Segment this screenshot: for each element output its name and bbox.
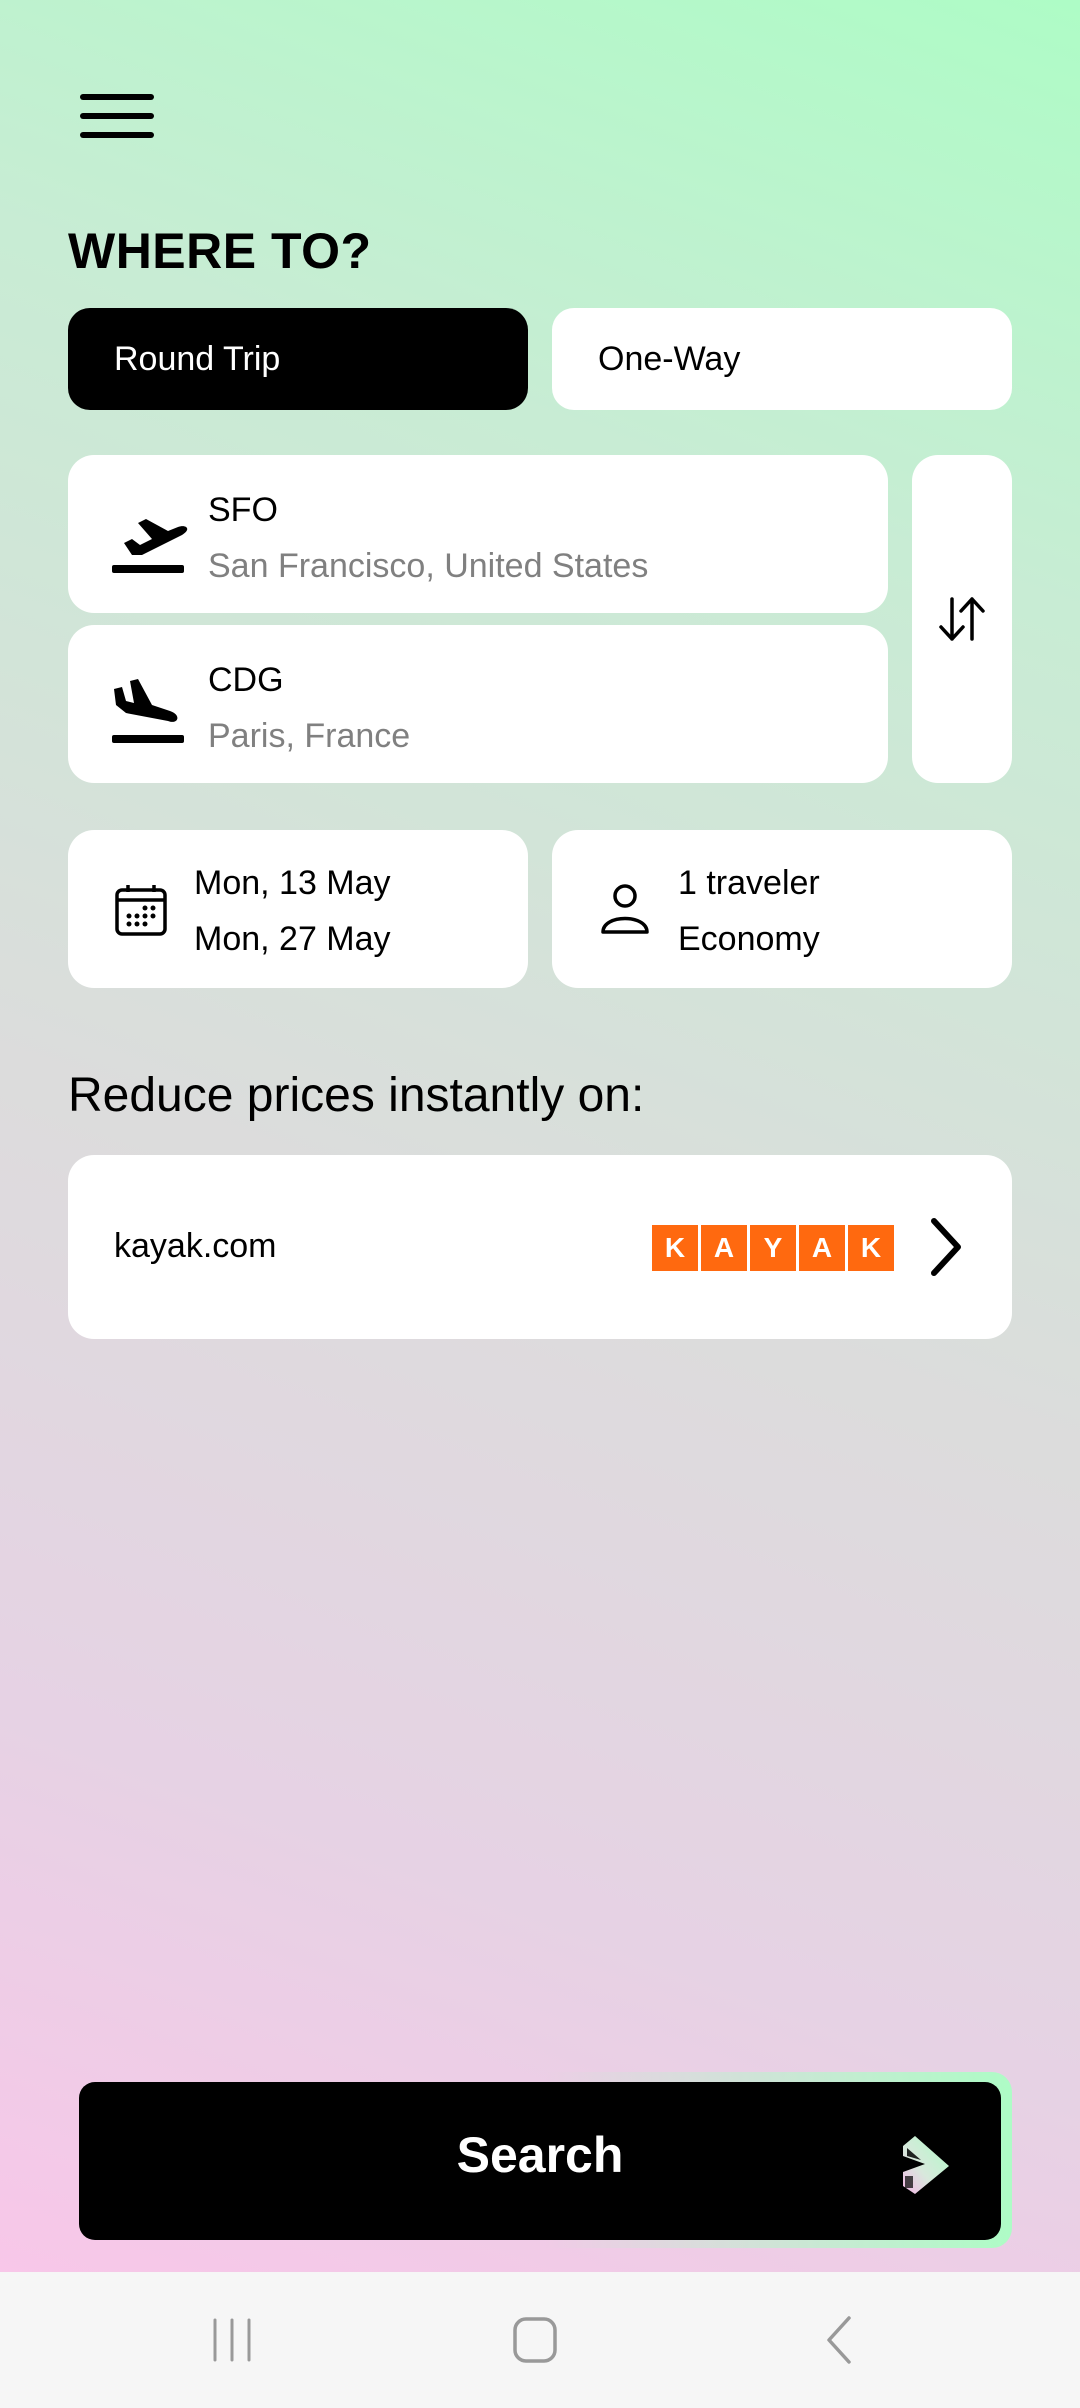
origin-city: San Francisco, United States xyxy=(208,547,649,585)
dates-field[interactable]: Mon, 13 May Mon, 27 May xyxy=(68,830,528,988)
cabin-class: Economy xyxy=(678,920,820,958)
trip-type-toggle: Round Trip One-Way xyxy=(68,308,1012,410)
search-label: Search xyxy=(456,2127,624,2183)
home-icon xyxy=(513,2317,557,2363)
menu-line xyxy=(80,132,154,138)
kayak-logo-letter: K xyxy=(848,1225,894,1271)
kayak-logo: K A Y A K xyxy=(652,1225,894,1271)
kayak-logo-letter: Y xyxy=(750,1225,796,1271)
kayak-logo-letter: K xyxy=(652,1225,698,1271)
chevron-right-icon xyxy=(931,1218,961,1276)
origin-code: SFO xyxy=(208,491,278,529)
travelers-field[interactable]: 1 traveler Economy xyxy=(552,830,1012,988)
destination-city: Paris, France xyxy=(208,717,411,755)
app-logo-chevron-icon xyxy=(903,2136,949,2194)
person-icon xyxy=(601,884,649,934)
back-icon xyxy=(827,2316,851,2364)
plane-landing-icon xyxy=(112,679,184,743)
calendar-icon xyxy=(115,885,167,936)
recents-button[interactable] xyxy=(162,2272,302,2408)
recents-icon xyxy=(213,2318,251,2362)
partners-heading: Reduce prices instantly on: xyxy=(68,1069,645,1122)
partner-item-kayak[interactable]: kayak.com K A Y A K xyxy=(68,1155,1012,1339)
flight-search-screen: WHERE TO? Round Trip One-Way SFO San Fra… xyxy=(0,0,1080,2272)
menu-line xyxy=(80,94,154,100)
swap-airports-button[interactable] xyxy=(912,455,1012,783)
traveler-count: 1 traveler xyxy=(678,864,820,902)
partner-name: kayak.com xyxy=(114,1227,277,1265)
depart-date: Mon, 13 May xyxy=(194,864,391,902)
menu-line xyxy=(80,113,154,119)
home-button[interactable] xyxy=(465,2272,605,2408)
kayak-logo-letter: A xyxy=(701,1225,747,1271)
plane-takeoff-icon xyxy=(112,519,188,573)
search-button[interactable]: Search xyxy=(79,2082,1001,2240)
system-navigation-bar xyxy=(0,2272,1080,2408)
destination-field[interactable]: CDG Paris, France xyxy=(68,625,888,783)
one-way-tab[interactable]: One-Way xyxy=(552,308,1012,410)
origin-field[interactable]: SFO San Francisco, United States xyxy=(68,455,888,613)
page-title: WHERE TO? xyxy=(68,223,372,279)
swap-vertical-arrows-icon xyxy=(939,597,985,641)
round-trip-tab[interactable]: Round Trip xyxy=(68,308,528,410)
hamburger-menu-icon[interactable] xyxy=(80,92,154,140)
kayak-logo-letter: A xyxy=(799,1225,845,1271)
destination-code: CDG xyxy=(208,661,284,699)
back-button[interactable] xyxy=(768,2272,908,2408)
return-date: Mon, 27 May xyxy=(194,920,391,958)
